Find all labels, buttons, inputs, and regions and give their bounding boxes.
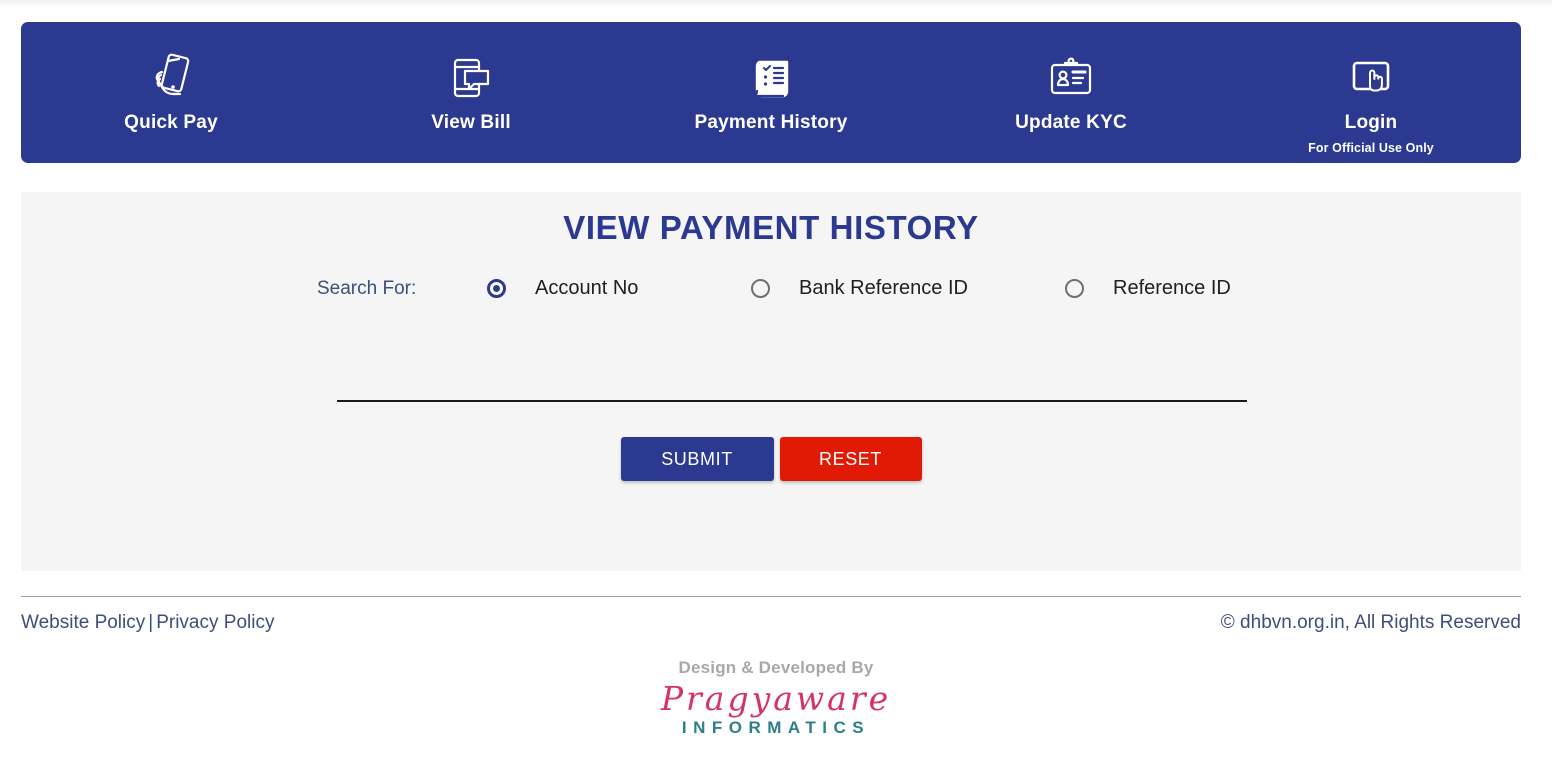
radio-indicator[interactable]: [1065, 279, 1084, 298]
id-card-icon: [1046, 52, 1096, 104]
footer-links: Website Policy | Privacy Policy: [21, 612, 274, 634]
nav-item-label: Payment History: [694, 112, 848, 133]
payment-history-panel: VIEW PAYMENT HISTORY Search For: Account…: [21, 192, 1521, 571]
nav-item-label: Login: [1344, 112, 1398, 133]
nav-item-update-kyc[interactable]: Update KYC: [941, 52, 1201, 135]
radio-label: Account No: [535, 277, 639, 299]
credit-text: Design & Developed By: [678, 658, 874, 677]
search-input[interactable]: [337, 373, 1247, 402]
website-policy-link[interactable]: Website Policy: [21, 612, 145, 633]
nav-item-label: Quick Pay: [124, 112, 218, 133]
phone-message-icon: [447, 52, 495, 104]
nav-item-view-bill[interactable]: View Bill: [341, 52, 601, 135]
search-for-row: Search For: Account No Bank Reference ID…: [21, 277, 1521, 300]
form-actions: SUBMIT RESET: [21, 437, 1521, 481]
footer-link-separator: |: [148, 612, 154, 633]
nav-item-payment-history[interactable]: Payment History: [641, 52, 901, 135]
radio-option-bank-reference-id[interactable]: Bank Reference ID: [751, 277, 1036, 300]
nav-item-label: View Bill: [431, 112, 511, 133]
radio-label: Bank Reference ID: [799, 277, 968, 299]
radio-indicator-selected[interactable]: [487, 279, 506, 298]
page-root: Quick Pay View Bill Payment History Upda…: [0, 0, 1552, 780]
main-navigation-bar: Quick Pay View Bill Payment History Upda…: [21, 22, 1521, 163]
nav-item-login[interactable]: Login For Official Use Only: [1241, 52, 1501, 155]
nav-item-sublabel: For Official Use Only: [1308, 140, 1434, 155]
footer: Website Policy | Privacy Policy © dhbvn.or…: [21, 612, 1521, 634]
hand-holding-phone-icon: [149, 52, 193, 104]
brand-subtitle: INFORMATICS: [681, 718, 871, 737]
pragyaware-logo[interactable]: Pragyaware INFORMATICS: [0, 682, 1552, 736]
radio-indicator[interactable]: [751, 279, 770, 298]
top-strip: [0, 0, 1552, 7]
page-title: VIEW PAYMENT HISTORY: [563, 209, 979, 246]
privacy-policy-link[interactable]: Privacy Policy: [156, 612, 274, 633]
search-type-radio-group: Account No Bank Reference ID Reference I…: [487, 277, 1260, 300]
copyright-text: © dhbvn.org.in, All Rights Reserved: [1220, 612, 1521, 633]
search-for-label: Search For:: [317, 277, 417, 299]
developer-credit: Design & Developed By Pragyaware INFORMA…: [0, 658, 1552, 736]
brand-name: Pragyaware: [660, 679, 892, 718]
radio-label: Reference ID: [1113, 277, 1231, 299]
nav-item-label: Update KYC: [1015, 112, 1127, 133]
radio-option-reference-id[interactable]: Reference ID: [1065, 277, 1231, 300]
nav-item-quick-pay[interactable]: Quick Pay: [41, 52, 301, 135]
reset-button[interactable]: RESET: [779, 437, 922, 481]
submit-button[interactable]: SUBMIT: [620, 437, 774, 481]
radio-option-account-no[interactable]: Account No: [487, 277, 722, 300]
footer-divider: [21, 596, 1521, 597]
search-input-wrapper: [21, 373, 1521, 402]
receipt-checklist-icon: [747, 52, 795, 104]
tablet-touch-icon: [1346, 52, 1396, 104]
